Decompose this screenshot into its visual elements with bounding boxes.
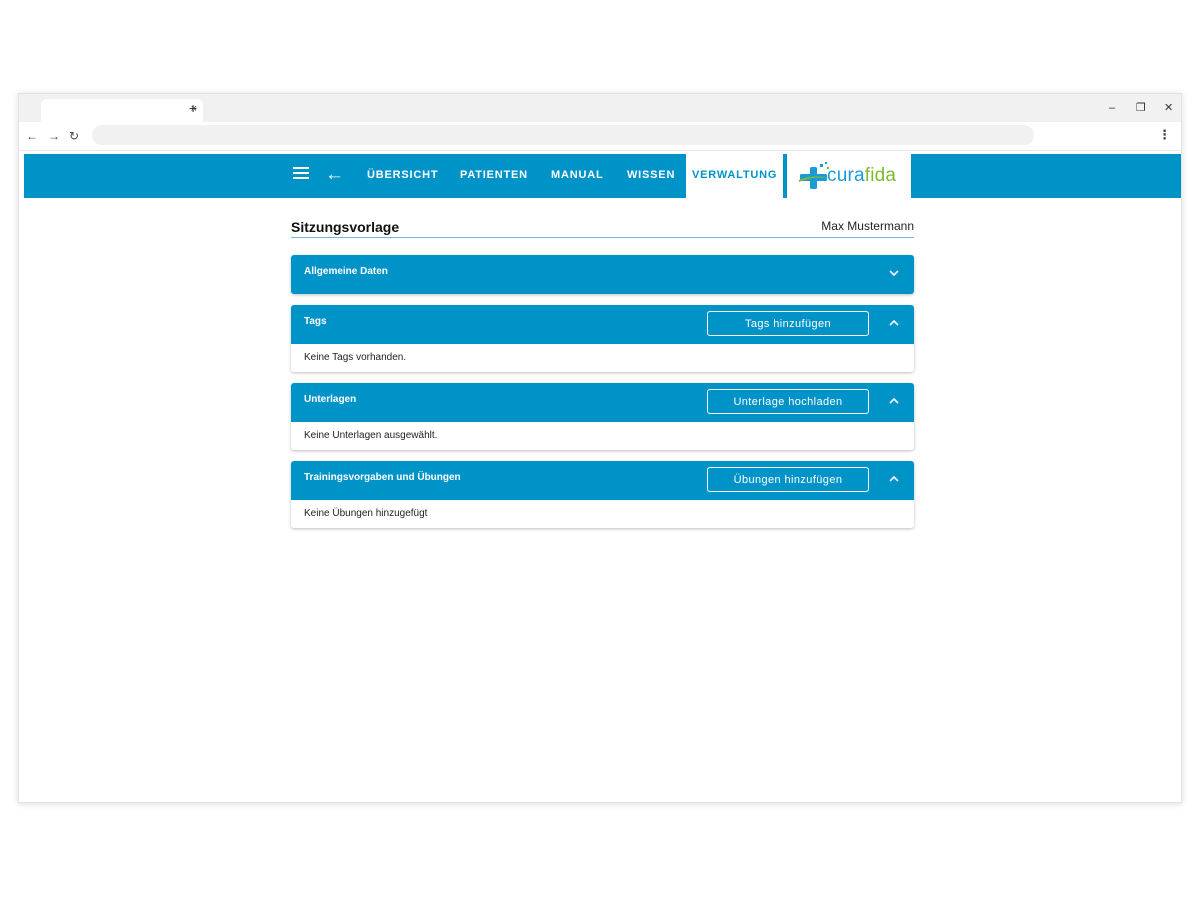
panel-tags: Tags Tags hinzufügen Keine Tags vorhande… (291, 305, 914, 372)
reload-icon[interactable]: ↻ (69, 129, 79, 143)
window-close-icon[interactable]: ✕ (1164, 101, 1173, 115)
address-bar: ← → ↻ ⋮ (19, 122, 1181, 151)
nav-wissen[interactable]: WISSEN (627, 169, 675, 181)
panel-title: Tags (304, 316, 327, 327)
nav-uebersicht[interactable]: ÜBERSICHT (367, 169, 438, 181)
minimize-icon[interactable]: – (1109, 101, 1115, 115)
panel-header-unterlagen[interactable]: Unterlagen Unterlage hochladen (291, 383, 914, 422)
page-title: Sitzungsvorlage (291, 219, 400, 235)
add-exercises-button[interactable]: Übungen hinzufügen (707, 467, 869, 492)
chevron-down-icon[interactable] (889, 268, 899, 278)
back-arrow-icon[interactable]: ← (325, 163, 344, 187)
page-header: Sitzungsvorlage Max Mustermann (291, 214, 914, 238)
upload-document-button[interactable]: Unterlage hochladen (707, 389, 869, 414)
browser-tab[interactable]: × (41, 99, 203, 122)
panel-body-tags: Keine Tags vorhanden. (304, 352, 407, 363)
browser-window: × + – ❐ ✕ ← → ↻ ⋮ ← ÜBERSICHT PATIENTEN … (18, 93, 1182, 803)
add-tags-button[interactable]: Tags hinzufügen (707, 311, 869, 336)
panel-header-tags[interactable]: Tags Tags hinzufügen (291, 305, 914, 344)
panel-title: Unterlagen (304, 394, 357, 405)
panel-title: Trainingsvorgaben und Übungen (304, 472, 461, 483)
restore-icon[interactable]: ❐ (1136, 101, 1146, 115)
panel-header-allgemeine-daten[interactable]: Allgemeine Daten (291, 255, 914, 294)
nav-manual[interactable]: MANUAL (551, 169, 603, 181)
tab-strip: × + – ❐ ✕ (19, 94, 1181, 122)
nav-verwaltung[interactable]: VERWALTUNG (686, 154, 784, 198)
logo-wordmark: curafida (827, 165, 897, 186)
app-navbar: ← ÜBERSICHT PATIENTEN MANUAL WISSEN VERW… (24, 154, 1181, 198)
curafida-logo[interactable]: curafida (787, 154, 911, 198)
panel-unterlagen: Unterlagen Unterlage hochladen Keine Unt… (291, 383, 914, 450)
panel-trainingsvorgaben: Trainingsvorgaben und Übungen Übungen hi… (291, 461, 914, 528)
url-input[interactable] (92, 125, 1034, 145)
new-tab-icon[interactable]: + (189, 100, 197, 116)
panel-body-trainingsvorgaben: Keine Übungen hinzugefügt (304, 508, 428, 519)
back-nav-icon[interactable]: ← (26, 129, 38, 143)
chevron-up-icon[interactable] (889, 396, 899, 406)
browser-menu-icon[interactable]: ⋮ (1158, 128, 1171, 142)
panel-title: Allgemeine Daten (304, 266, 388, 277)
panel-body-unterlagen: Keine Unterlagen ausgewählt. (304, 430, 438, 441)
nav-patienten[interactable]: PATIENTEN (460, 169, 528, 181)
hamburger-menu-icon[interactable] (293, 167, 309, 185)
user-name: Max Mustermann (821, 219, 914, 233)
panel-allgemeine-daten: Allgemeine Daten (291, 255, 914, 294)
forward-nav-icon[interactable]: → (48, 129, 60, 143)
chevron-up-icon[interactable] (889, 474, 899, 484)
main-content: Sitzungsvorlage Max Mustermann Allgemein… (291, 214, 914, 528)
panel-header-trainingsvorgaben[interactable]: Trainingsvorgaben und Übungen Übungen hi… (291, 461, 914, 500)
chevron-up-icon[interactable] (889, 318, 899, 328)
